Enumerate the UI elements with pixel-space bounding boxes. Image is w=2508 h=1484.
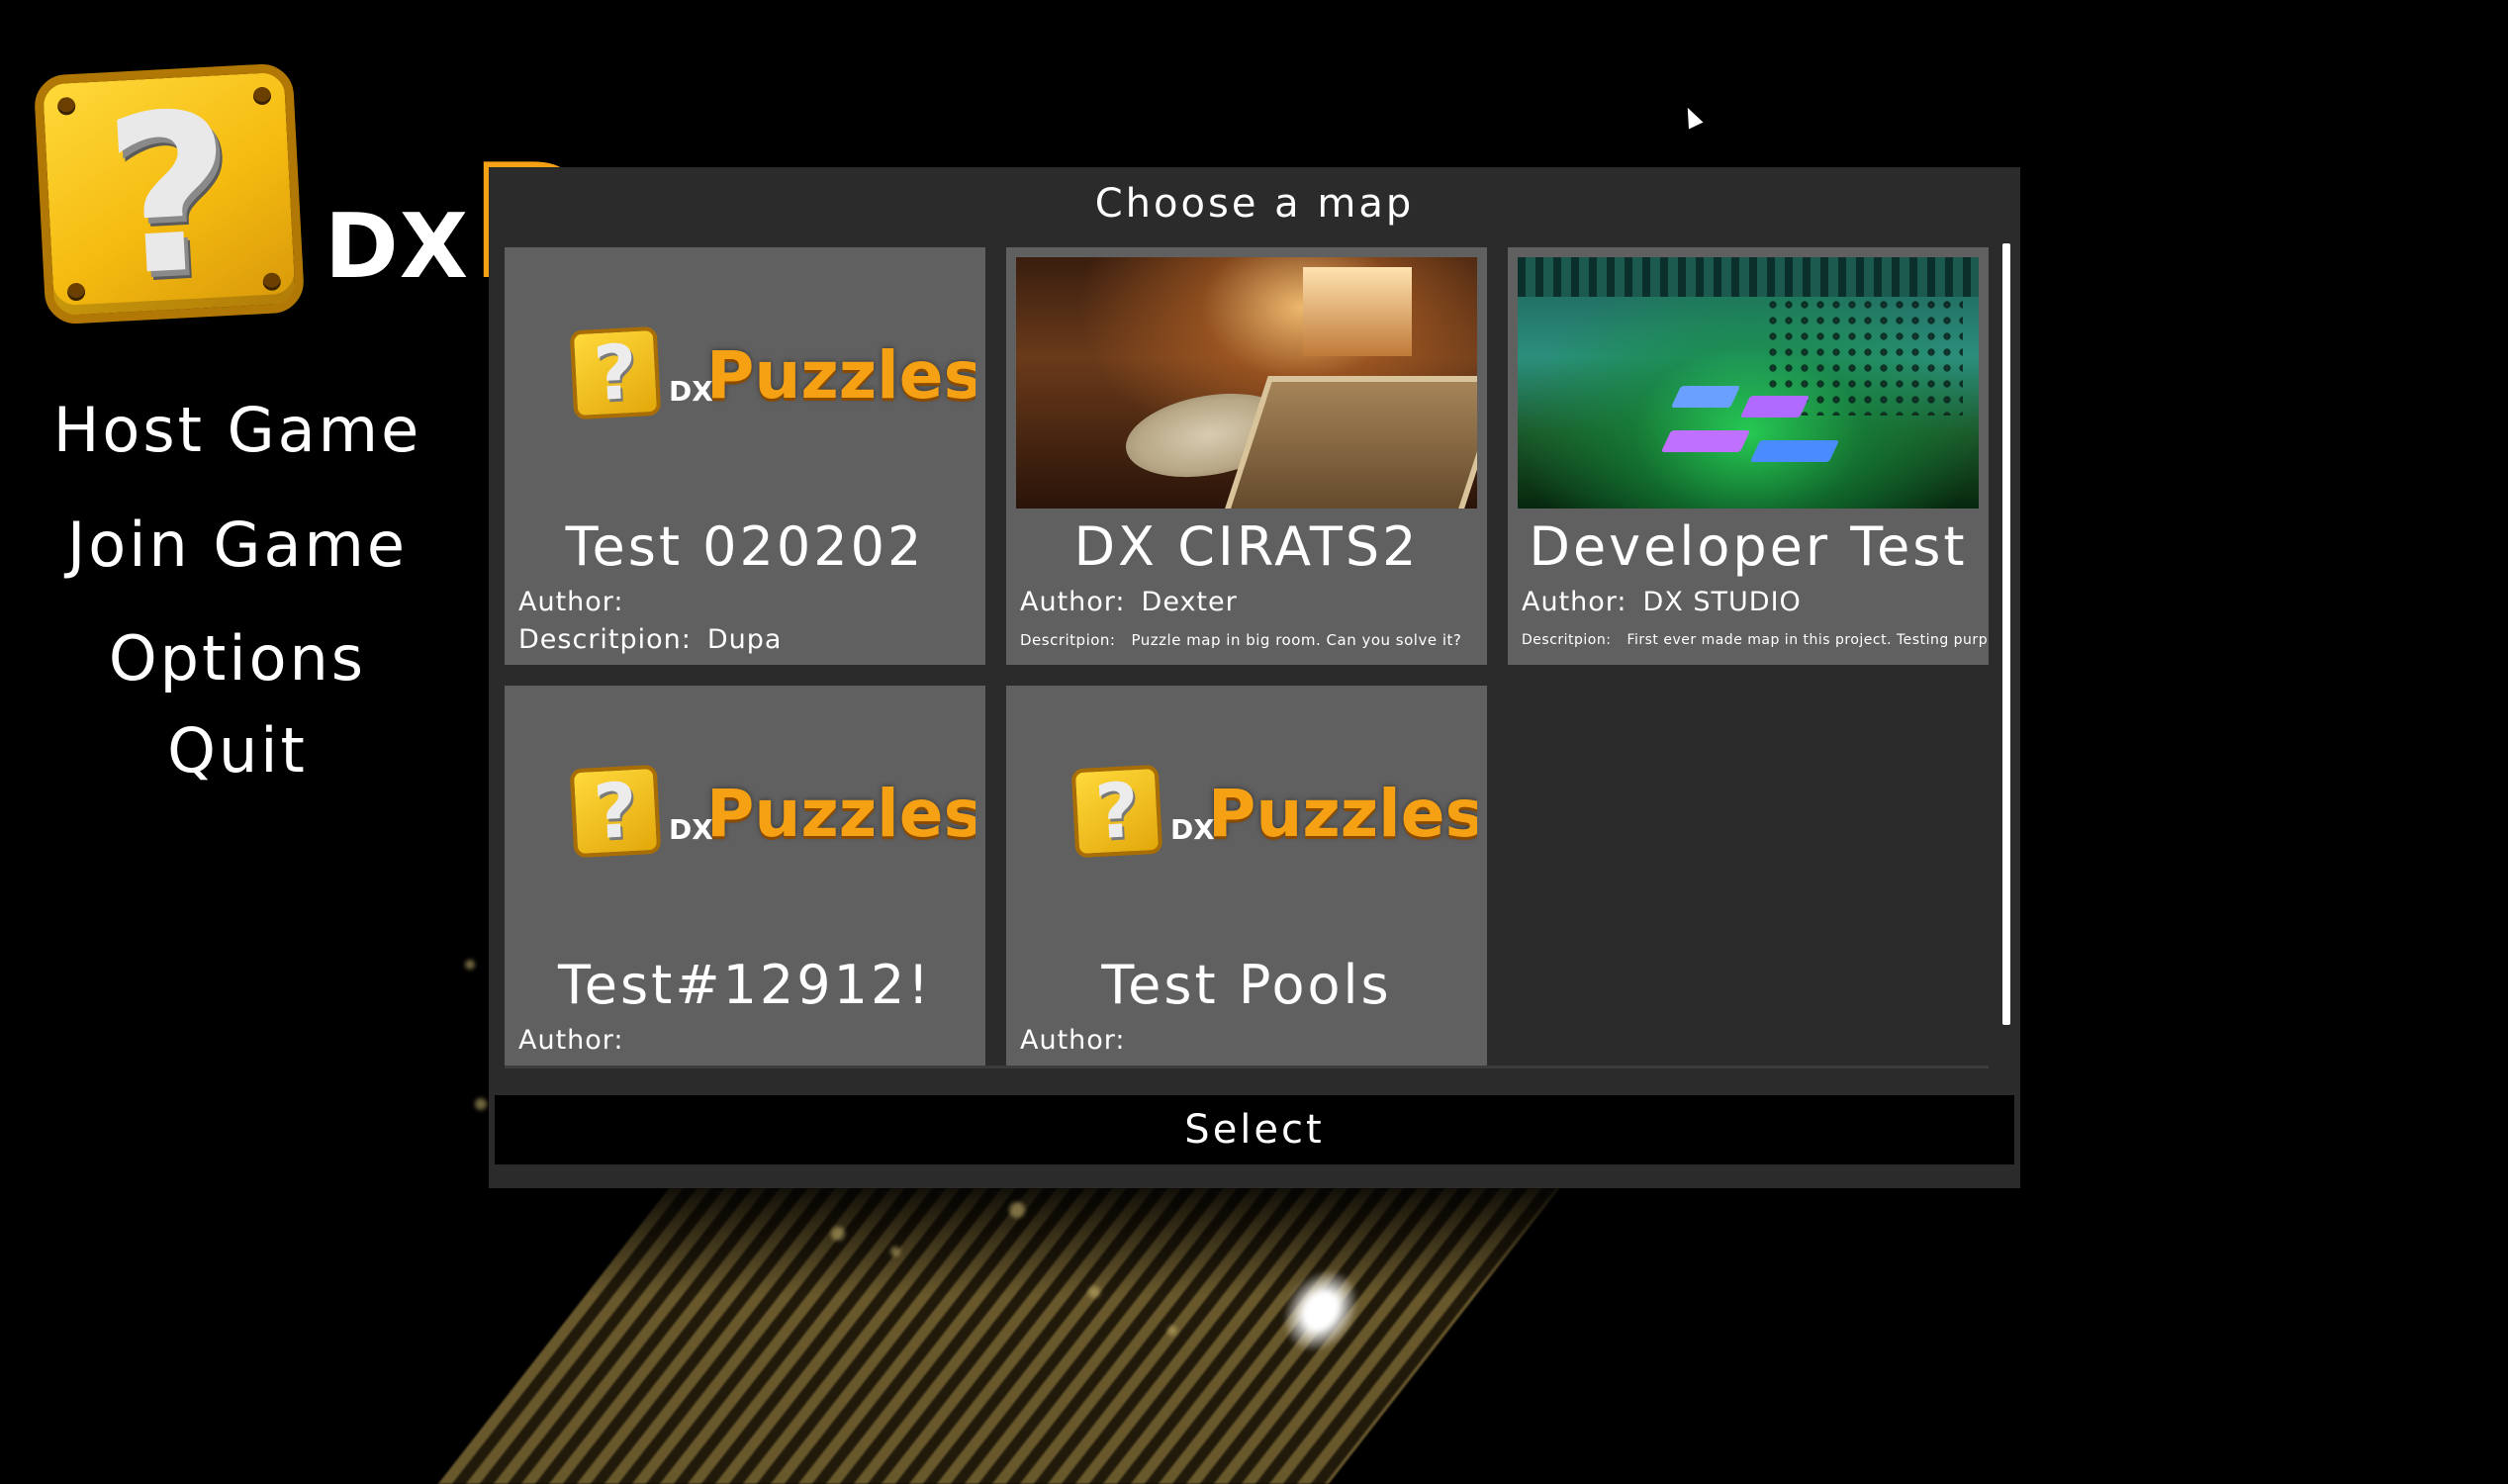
map-card-dx-cirats2[interactable]: DX CIRATS2 Author: Dexter Descritpion: Puz… (1006, 247, 1487, 665)
lab-floor-pad (1749, 440, 1840, 462)
description-label: Descritpion: (518, 624, 692, 655)
map-title: Test#12912! (557, 954, 932, 1016)
map-description: Descritpion: Puzzle map in big room. Can … (1020, 629, 1461, 651)
map-author: Author: (518, 1024, 640, 1058)
host-game-button[interactable]: Host Game (0, 391, 475, 470)
dxpuzzles-logo-icon: ? DX Puzzles (1070, 764, 1477, 864)
map-card-test-12912[interactable]: ? DX Puzzles Test#12912! Author: (505, 686, 985, 1068)
description-value: Dupa (706, 624, 783, 655)
map-title: Developer Test (1529, 515, 1968, 578)
lab-ceiling (1518, 257, 1979, 297)
map-thumbnail: ? DX Puzzles (514, 257, 975, 509)
choose-map-dialog: Choose a map ? DX Puzzles Test 020202 Au… (489, 167, 2020, 1188)
map-title: Test 020202 (565, 515, 925, 578)
description-value: First ever made map in this project. Tes… (1626, 632, 1989, 648)
author-value: DX STUDIO (1642, 587, 1802, 617)
map-author: Author: DX STUDIO (1522, 586, 1802, 619)
room-screenshot-thumbnail (1016, 257, 1477, 509)
join-game-button[interactable]: Join Game (0, 506, 475, 585)
mini-logo-puzzles: Puzzles (706, 337, 975, 414)
question-mark-glyph: ? (1092, 765, 1142, 857)
background-particle (890, 1247, 900, 1256)
author-label: Author: (1020, 587, 1126, 617)
map-thumbnail: ? DX Puzzles (1016, 696, 1477, 947)
lab-screenshot-thumbnail (1518, 257, 1979, 509)
options-button[interactable]: Options (0, 619, 475, 698)
question-mark-glyph: ? (99, 64, 239, 325)
mouse-cursor-icon (1680, 104, 1704, 130)
map-card-developer-test[interactable]: Developer Test Author: DX STUDIO Descritp… (1508, 247, 1989, 665)
map-title: DX CIRATS2 (1073, 515, 1420, 578)
background-particle (1088, 1286, 1100, 1298)
lab-floor-pad (1739, 396, 1811, 417)
map-card-test-pools[interactable]: ? DX Puzzles Test Pools Author: (1006, 686, 1487, 1068)
background-particle (475, 1098, 487, 1110)
question-block-icon: ? (1070, 764, 1163, 859)
mini-logo-puzzles: Puzzles (1208, 776, 1477, 852)
main-menu-screen: ? DXP Host Game Join Game Options Quit C… (0, 0, 2508, 1484)
map-author: Author: (1020, 1024, 1142, 1058)
background-particle (1009, 1202, 1025, 1218)
author-label: Author: (518, 587, 624, 617)
author-value: Dexter (1141, 587, 1238, 617)
dxpuzzles-logo-icon: ? DX Puzzles (569, 764, 975, 864)
map-description: Descritpion: Dupa (518, 623, 782, 657)
map-author: Author: Dexter (1020, 586, 1238, 619)
question-mark-glyph: ? (591, 326, 640, 418)
background-particle (1167, 1326, 1177, 1336)
question-block-icon: ? (569, 764, 662, 859)
author-label: Author: (1522, 587, 1627, 617)
map-thumbnail: ? DX Puzzles (514, 696, 975, 947)
map-description: Descritpion: First ever made map in this … (1522, 629, 1989, 651)
author-label: Author: (1020, 1025, 1126, 1056)
map-title: Test Pools (1101, 954, 1392, 1016)
description-value: Puzzle map in big room. Can you solve it… (1131, 631, 1462, 649)
lab-floor-pad (1670, 386, 1741, 408)
scrollbar-thumb[interactable] (2002, 243, 2010, 1025)
description-label: Descritpion: (1522, 632, 1612, 648)
background-particle (831, 1227, 845, 1241)
lab-floor-pad (1660, 430, 1751, 452)
description-label: Descritpion: (1020, 631, 1116, 649)
select-button[interactable]: Select (495, 1095, 2014, 1164)
map-list-scrollbar[interactable] (2002, 243, 2010, 1025)
dxpuzzles-logo-icon: ? DX Puzzles (569, 325, 975, 425)
question-block-icon: ? (569, 325, 662, 420)
dialog-title: Choose a map (1094, 181, 1415, 227)
logo-dx-text: DX (325, 195, 470, 299)
question-mark-glyph: ? (591, 765, 640, 857)
logo-question-block-icon: ? (33, 62, 306, 325)
mini-logo-puzzles: Puzzles (706, 776, 975, 852)
background-particle (465, 960, 475, 970)
divider (505, 1066, 1989, 1068)
map-author: Author: (518, 586, 640, 619)
room-window (1303, 267, 1412, 356)
map-grid: ? DX Puzzles Test 020202 Author: Descrit… (505, 247, 1998, 1068)
quit-button[interactable]: Quit (0, 711, 475, 790)
map-card-test-020202[interactable]: ? DX Puzzles Test 020202 Author: Descrit… (505, 247, 985, 665)
author-label: Author: (518, 1025, 624, 1056)
